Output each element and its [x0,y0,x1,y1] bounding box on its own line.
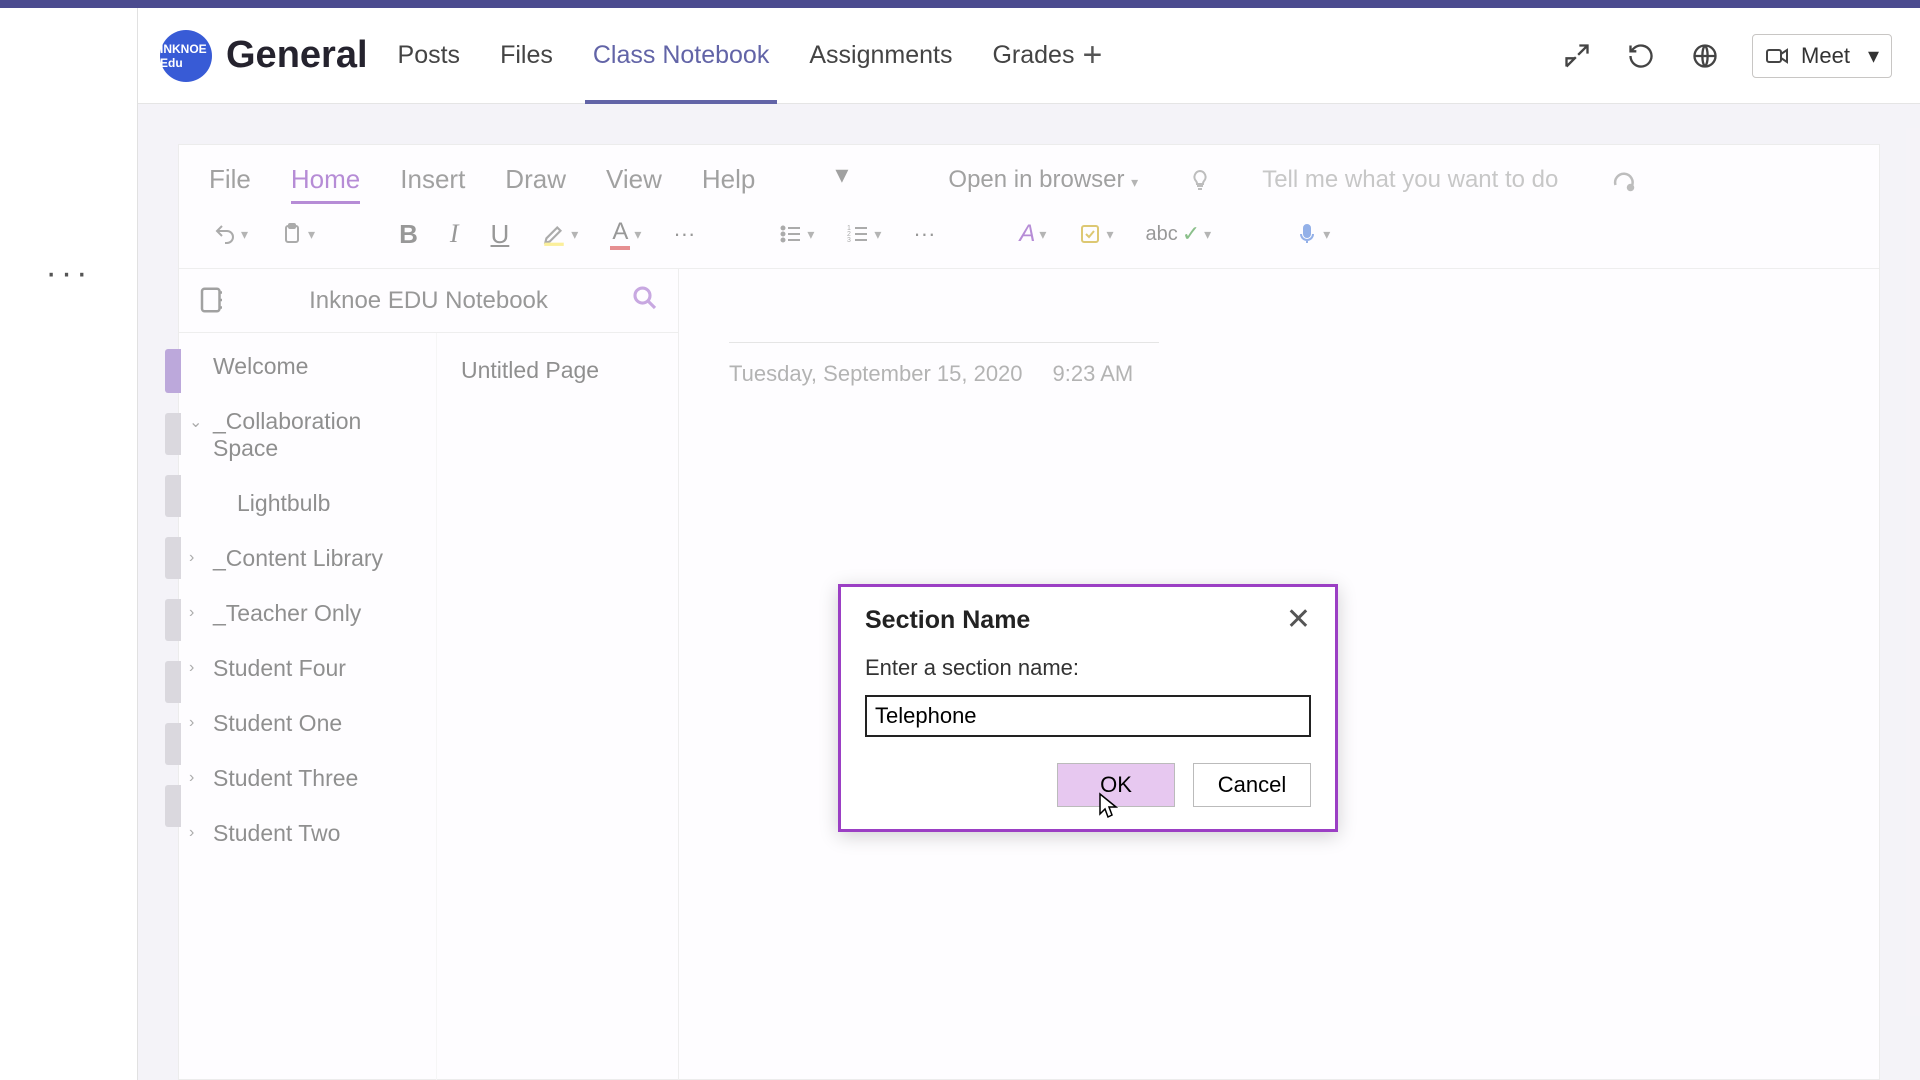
meet-label: Meet [1801,43,1850,69]
globe-icon[interactable] [1688,39,1722,73]
section-name-dialog: Section Name ✕ Enter a section name: OK … [838,584,1338,832]
team-avatar-label: INKNOE Edu [160,42,212,70]
channel-title: General [226,34,368,77]
add-tab-button[interactable]: + [1078,36,1106,75]
dialog-prompt: Enter a section name: [865,655,1311,681]
cancel-button[interactable]: Cancel [1193,763,1311,807]
tab-grades[interactable]: Grades [988,8,1078,104]
chevron-down-icon[interactable]: ▾ [1868,43,1879,69]
tab-files[interactable]: Files [496,8,557,104]
section-name-input[interactable] [865,695,1311,737]
reload-icon[interactable] [1624,39,1658,73]
more-apps-icon[interactable]: ··· [0,254,137,293]
app-rail: ··· [0,8,138,1080]
close-icon[interactable]: ✕ [1286,605,1311,635]
dialog-title: Section Name [865,606,1030,635]
ok-button[interactable]: OK [1057,763,1175,807]
expand-icon[interactable] [1560,39,1594,73]
channel-header: INKNOE Edu General Posts Files Class Noteb… [138,8,1920,104]
tab-assignments[interactable]: Assignments [805,8,956,104]
tab-class-notebook[interactable]: Class Notebook [589,8,773,104]
video-icon [1765,44,1789,68]
meet-button[interactable]: Meet ▾ [1752,34,1892,78]
channel-tabs: Posts Files Class Notebook Assignments Grade… [394,8,1079,104]
team-avatar[interactable]: INKNOE Edu [160,30,212,82]
tab-posts[interactable]: Posts [394,8,465,104]
